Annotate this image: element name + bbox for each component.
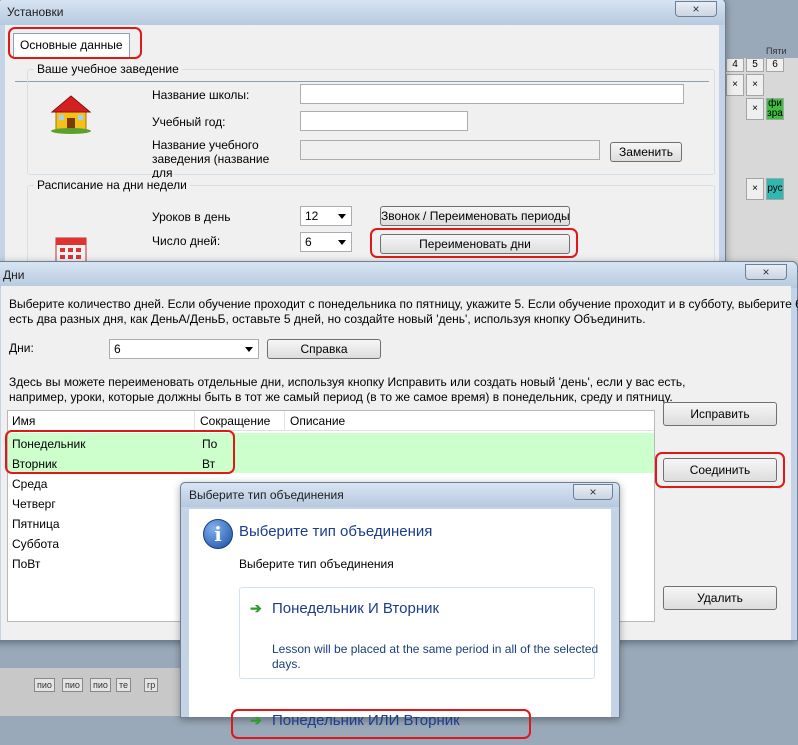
school-name-input[interactable] — [300, 84, 684, 104]
merge-button[interactable]: Соединить — [663, 458, 777, 482]
green-arrow-icon: ➔ — [250, 600, 262, 616]
days-number-value: 6 — [114, 342, 121, 356]
merge-heading: Выберите тип объединения — [239, 523, 433, 540]
sheet-tab[interactable]: гр — [144, 678, 159, 692]
schedule-group-title: Расписание на дни недели — [34, 178, 190, 192]
day-row-tuesday[interactable]: Вторник Вт — [8, 453, 654, 473]
grid-header-cell: 4 — [726, 58, 744, 72]
lessons-label: Уроков в день — [152, 210, 231, 224]
day-abbr: Вт — [202, 457, 216, 471]
setup-titlebar[interactable]: Установки × — [0, 0, 725, 25]
days-window-title: Дни — [3, 268, 25, 282]
replace-button[interactable]: Заменить — [610, 142, 682, 162]
year-label: Учебный год: — [152, 115, 226, 129]
days-list-header: Имя Сокращение Описание — [8, 411, 654, 431]
day-abbr: По — [202, 437, 218, 451]
day-name: Среда — [12, 477, 48, 491]
day-name: Понедельник — [12, 437, 86, 451]
days-number-label: Дни: — [9, 341, 34, 355]
institution-label: Название учебного заведения (название дл… — [152, 138, 270, 180]
day-name: Пятница — [12, 517, 60, 531]
sheet-tab[interactable]: пио — [62, 678, 83, 692]
setup-close-button[interactable]: × — [675, 1, 717, 17]
merge-subheading: Выберите тип объединения — [239, 557, 394, 571]
merge-close-button[interactable]: × — [573, 484, 613, 500]
setup-client: Основные данные Ваше учебное заведение Н… — [5, 25, 719, 285]
setup-window: Установки × Основные данные Ваше учебное… — [0, 0, 726, 285]
column-description[interactable]: Описание — [290, 414, 345, 428]
column-abbreviation[interactable]: Сокращение — [200, 414, 270, 428]
delete-button[interactable]: Удалить — [663, 586, 777, 610]
rename-hint-line1: Здесь вы можете переименовать отдельные … — [9, 375, 686, 389]
days-count-select[interactable]: 6 — [300, 232, 352, 252]
grid-header-cell: 5 — [746, 58, 764, 72]
help-button[interactable]: Справка — [267, 339, 381, 359]
merge-type-dialog: Выберите тип объединения × i Выберите ти… — [180, 482, 620, 739]
school-group-title: Ваше учебное заведение — [34, 62, 182, 76]
lessons-value: 12 — [305, 209, 319, 223]
option-or-link[interactable]: ➔ Понедельник ИЛИ Вторник — [239, 705, 595, 745]
green-arrow-icon: ➔ — [250, 712, 262, 728]
grid-cell[interactable]: × — [746, 98, 764, 120]
school-group: Ваше учебное заведение Название школы: У… — [27, 62, 715, 180]
school-house-icon — [48, 92, 94, 137]
sheet-tab[interactable]: те — [116, 678, 132, 692]
bell-rename-periods-button[interactable]: Звонок / Переименовать периоды — [380, 206, 570, 226]
day-row-monday[interactable]: Понедельник По — [8, 433, 654, 453]
days-number-select[interactable]: 6 — [109, 339, 259, 359]
column-separator — [284, 411, 285, 431]
days-close-button[interactable]: × — [745, 264, 787, 280]
option-and-link[interactable]: ➔ Понедельник И Вторник Lesson will be p… — [239, 587, 598, 679]
days-intro-line2: есть два разных дня, как ДеньА/ДеньБ, ос… — [9, 312, 646, 326]
grid-cell-lesson[interactable]: рус — [766, 178, 784, 200]
grid-header-cell: 6 — [766, 58, 784, 72]
days-intro-line1: Выберите количество дней. Если обучение … — [9, 297, 798, 311]
option-or-title: Понедельник ИЛИ Вторник — [272, 712, 460, 729]
grid-cell[interactable]: × — [746, 178, 764, 200]
background-timetable-grid: Пяти 4 5 6 × × фи зра × рус × — [726, 46, 798, 268]
column-name[interactable]: Имя — [12, 414, 35, 428]
day-name: Четверг — [12, 497, 56, 511]
year-input[interactable] — [300, 111, 468, 131]
day-name: Вторник — [12, 457, 57, 471]
rename-days-button[interactable]: Переименовать дни — [380, 234, 570, 254]
merge-titlebar[interactable]: Выберите тип объединения × — [181, 483, 619, 507]
day-name: Суббота — [12, 537, 59, 551]
institution-input[interactable] — [300, 140, 600, 160]
school-name-label: Название школы: — [152, 88, 250, 102]
sheet-tab[interactable]: пио — [34, 678, 55, 692]
grid-cell[interactable]: × — [726, 74, 744, 96]
lessons-select[interactable]: 12 — [300, 206, 352, 226]
day-name: ПоВт — [12, 557, 41, 571]
info-icon: i — [203, 519, 233, 549]
days-count-value: 6 — [305, 235, 312, 249]
sheet-tab[interactable]: пио — [90, 678, 111, 692]
tab-main-data[interactable]: Основные данные — [13, 33, 130, 57]
grid-cell-lesson[interactable]: фи зра — [766, 98, 784, 120]
chevron-down-icon — [245, 347, 253, 352]
setup-window-title: Установки — [7, 5, 64, 19]
column-separator — [194, 411, 195, 431]
edit-button[interactable]: Исправить — [663, 402, 777, 426]
grid-top-label: Пяти — [766, 46, 787, 56]
option-and-description: Lesson will be placed at the same period… — [272, 642, 599, 671]
chevron-down-icon — [338, 240, 346, 245]
chevron-down-icon — [338, 214, 346, 219]
option-and-title: Понедельник И Вторник — [272, 600, 440, 617]
rename-hint-line2: например, уроки, которые должны быть в т… — [9, 390, 673, 404]
days-titlebar[interactable]: Дни × — [0, 262, 797, 288]
merge-dialog-title: Выберите тип объединения — [189, 488, 344, 502]
merge-dialog-body: i Выберите тип объединения Выберите тип … — [189, 509, 611, 739]
grid-cell[interactable]: × — [746, 74, 764, 96]
days-count-label: Число дней: — [152, 234, 221, 248]
background-sheet-tabs: пио пио пио те гр — [0, 668, 180, 716]
